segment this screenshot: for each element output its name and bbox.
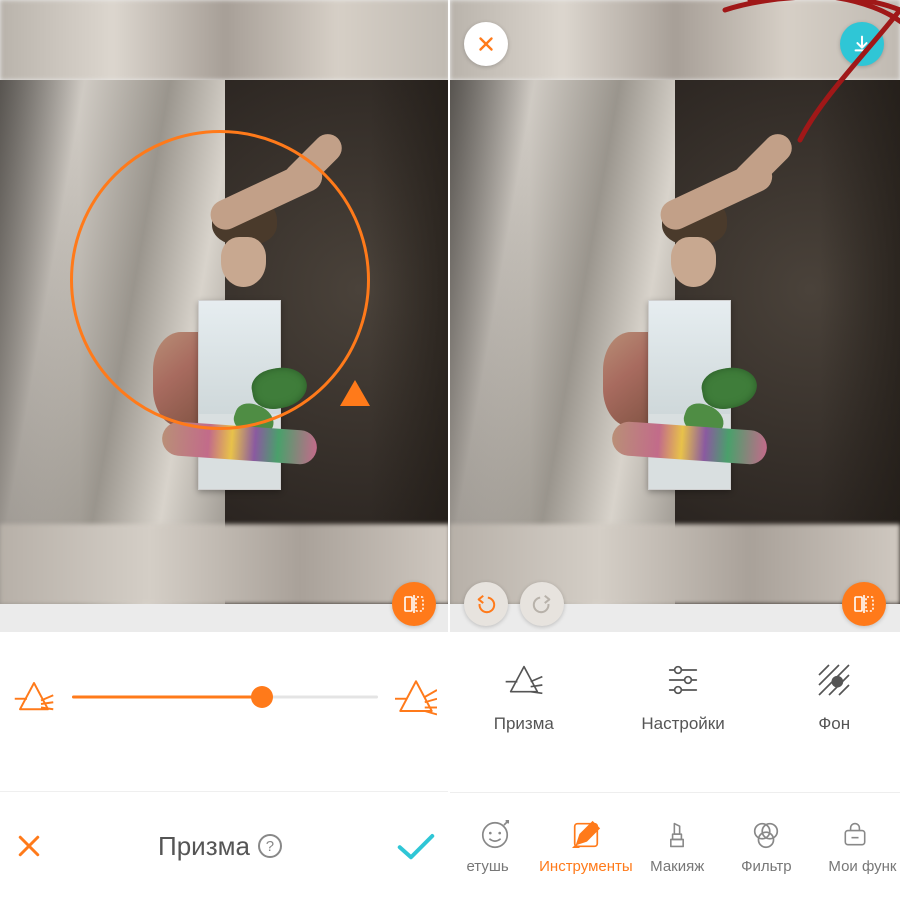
tab-myfunctions[interactable]: Мои функ bbox=[811, 818, 900, 875]
tab-label: Инструменты bbox=[539, 858, 633, 875]
tab-retouch[interactable]: етушь bbox=[450, 818, 539, 875]
redo-button[interactable] bbox=[520, 582, 564, 626]
tool-settings[interactable]: Настройки bbox=[641, 658, 724, 734]
close-button[interactable] bbox=[464, 22, 508, 66]
tab-label: Мои функ bbox=[828, 858, 896, 875]
pencil-icon bbox=[569, 818, 603, 852]
tab-tools[interactable]: Инструменты bbox=[539, 818, 633, 875]
lipstick-icon bbox=[660, 818, 694, 852]
sliders-icon bbox=[661, 658, 705, 702]
intensity-slider[interactable] bbox=[72, 677, 378, 717]
tool-label: Фон bbox=[818, 714, 850, 734]
tools-panel: Призма Настройки bbox=[450, 632, 900, 792]
tab-label: Макияж bbox=[650, 858, 704, 875]
apply-button[interactable] bbox=[396, 831, 436, 861]
prism-icon bbox=[502, 658, 546, 702]
prism-high-icon bbox=[392, 673, 440, 721]
tool-label: Настройки bbox=[641, 714, 724, 734]
slider-panel bbox=[0, 632, 450, 792]
bottom-bar: Призма ? bbox=[0, 792, 450, 900]
image-canvas[interactable] bbox=[0, 0, 450, 604]
prism-selection-handle[interactable] bbox=[340, 380, 370, 406]
face-icon bbox=[478, 818, 512, 852]
prism-low-icon bbox=[10, 673, 58, 721]
slider-thumb[interactable] bbox=[251, 686, 273, 708]
tool-title-label: Призма bbox=[158, 831, 250, 862]
tab-label: етушь bbox=[466, 858, 508, 875]
bag-icon bbox=[838, 818, 872, 852]
circles-icon bbox=[749, 818, 783, 852]
undo-button[interactable] bbox=[464, 582, 508, 626]
bottom-tabbar: етушь Инструменты Макияж bbox=[450, 792, 900, 900]
image-canvas[interactable] bbox=[450, 0, 900, 604]
tab-makeup[interactable]: Макияж bbox=[633, 818, 722, 875]
tool-background[interactable]: Фон bbox=[812, 658, 856, 734]
left-pane: Призма ? bbox=[0, 0, 450, 900]
hatch-icon bbox=[812, 658, 856, 702]
cancel-button[interactable] bbox=[14, 831, 44, 861]
save-download-button[interactable] bbox=[840, 22, 884, 66]
tab-filter[interactable]: Фильтр bbox=[722, 818, 811, 875]
right-pane: Призма Настройки bbox=[450, 0, 900, 900]
tool-title: Призма ? bbox=[158, 831, 282, 862]
compare-button[interactable] bbox=[842, 582, 886, 626]
help-button[interactable]: ? bbox=[258, 834, 282, 858]
compare-button[interactable] bbox=[392, 582, 436, 626]
tab-label: Фильтр bbox=[741, 858, 791, 875]
tool-prism[interactable]: Призма bbox=[494, 658, 554, 734]
tool-label: Призма bbox=[494, 714, 554, 734]
